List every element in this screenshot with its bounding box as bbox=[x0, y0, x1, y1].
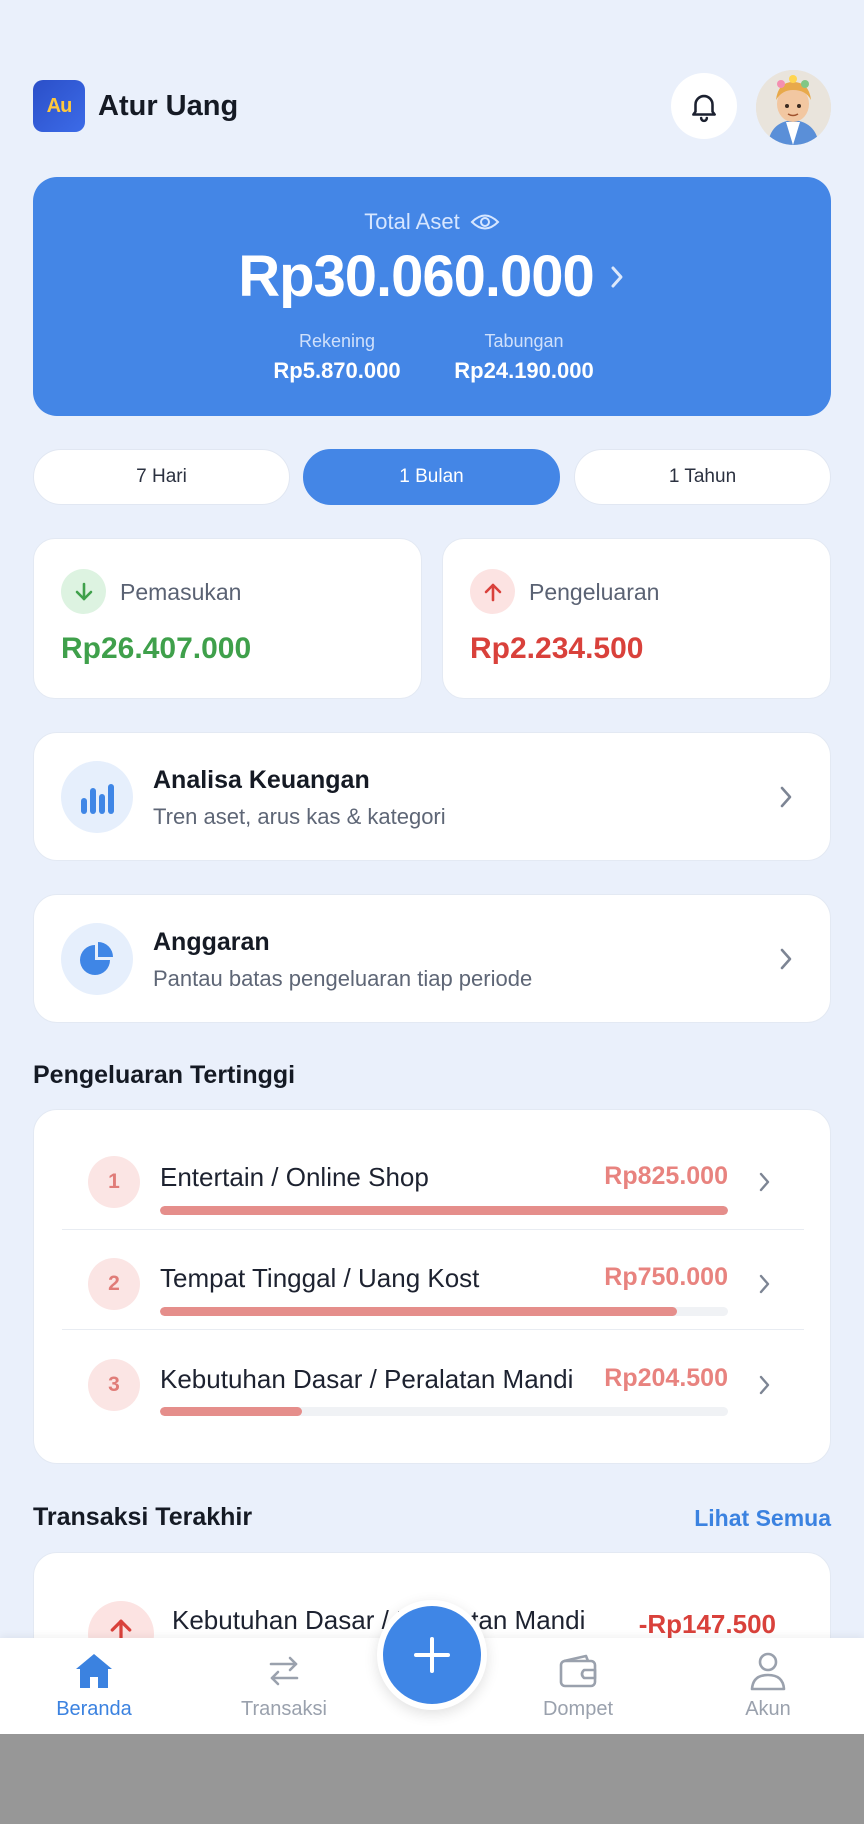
rank-badge: 2 bbox=[88, 1258, 140, 1310]
rank-badge: 1 bbox=[88, 1156, 140, 1208]
home-icon-wrap bbox=[24, 1648, 164, 1694]
top-expense-bar-fill bbox=[160, 1206, 728, 1215]
total-assets-amount-row: Rp30.060.000 bbox=[33, 243, 831, 310]
top-expenses-card: 1 Entertain / Online Shop Rp825.000 2 Te… bbox=[33, 1109, 831, 1464]
financial-analysis-row[interactable]: Analisa Keuangan Tren aset, arus kas & k… bbox=[33, 732, 831, 861]
top-expense-amount: Rp825.000 bbox=[604, 1162, 728, 1190]
expense-card[interactable]: Pengeluaran Rp2.234.500 bbox=[442, 538, 831, 699]
accounts-value: Rp5.870.000 bbox=[273, 358, 401, 383]
bell-icon bbox=[692, 94, 716, 123]
swap-icon bbox=[269, 1656, 299, 1686]
chevron-right-icon bbox=[780, 948, 792, 970]
financial-analysis-title: Analisa Keuangan bbox=[153, 766, 370, 794]
top-expense-bar bbox=[160, 1206, 728, 1215]
top-header: Au Atur Uang bbox=[33, 70, 831, 146]
nav-account-label: Akun bbox=[745, 1698, 791, 1720]
nav-home-label: Beranda bbox=[56, 1698, 132, 1720]
app-logo: Au bbox=[33, 80, 85, 132]
total-assets-header: Total Aset bbox=[33, 209, 831, 235]
chevron-right-icon bbox=[759, 1375, 770, 1395]
period-selector: 7 Hari 1 Bulan 1 Tahun bbox=[33, 449, 831, 505]
add-transaction-button-inner bbox=[383, 1606, 481, 1704]
user-icon-wrap bbox=[698, 1648, 838, 1694]
savings-summary: Tabungan Rp24.190.000 bbox=[444, 331, 604, 384]
expense-label: Pengeluaran bbox=[529, 579, 660, 605]
bar-chart-icon bbox=[81, 784, 114, 814]
transaction-name: Kebutuhan Dasar / Peralatan Mandi bbox=[172, 1605, 586, 1635]
wallet-icon bbox=[559, 1654, 597, 1688]
top-expense-amount: Rp204.500 bbox=[604, 1364, 728, 1392]
top-expense-item[interactable]: 3 Kebutuhan Dasar / Peralatan Mandi Rp20… bbox=[62, 1331, 804, 1431]
nav-wallet[interactable]: Dompet bbox=[508, 1648, 648, 1721]
arrow-down-icon bbox=[75, 582, 92, 600]
recent-transactions-title: Transaksi Terakhir bbox=[33, 1503, 253, 1531]
budget-row[interactable]: Anggaran Pantau batas pengeluaran tiap p… bbox=[33, 894, 831, 1023]
top-expense-bar-fill bbox=[160, 1407, 302, 1416]
top-expense-name: Tempat Tinggal / Uang Kost bbox=[160, 1263, 480, 1293]
income-card[interactable]: Pemasukan Rp26.407.000 bbox=[33, 538, 422, 699]
notification-button[interactable] bbox=[671, 73, 737, 139]
expense-icon-wrap bbox=[470, 569, 515, 614]
see-all-link[interactable]: Lihat Semua bbox=[694, 1505, 831, 1532]
chevron-right-icon bbox=[759, 1274, 770, 1294]
app-logo-text: Au bbox=[46, 94, 73, 117]
chevron-right-icon bbox=[759, 1172, 770, 1192]
wallet-icon-wrap bbox=[508, 1648, 648, 1694]
pie-chart-icon-wrap bbox=[61, 923, 133, 995]
top-expense-item[interactable]: 2 Tempat Tinggal / Uang Kost Rp750.000 bbox=[62, 1230, 804, 1330]
app-screen: Au Atur Uang Total Aset Rp30.060.000 Rek… bbox=[0, 0, 864, 1734]
top-expense-bar bbox=[160, 1307, 728, 1316]
nav-home[interactable]: Beranda bbox=[24, 1648, 164, 1721]
chevron-right-icon bbox=[611, 266, 623, 287]
chevron-right-icon bbox=[780, 786, 792, 808]
top-expense-bar-fill bbox=[160, 1307, 677, 1316]
income-icon-wrap bbox=[61, 569, 106, 614]
total-assets-value: Rp30.060.000 bbox=[238, 244, 595, 309]
top-expense-amount: Rp750.000 bbox=[604, 1263, 728, 1291]
savings-value: Rp24.190.000 bbox=[454, 358, 594, 383]
total-assets-card[interactable]: Total Aset Rp30.060.000 Rekening Rp5.870… bbox=[33, 177, 831, 416]
savings-label: Tabungan bbox=[484, 331, 564, 351]
top-expense-item[interactable]: 1 Entertain / Online Shop Rp825.000 bbox=[62, 1130, 804, 1230]
eye-icon[interactable] bbox=[470, 211, 500, 233]
accounts-summary: Rekening Rp5.870.000 bbox=[262, 331, 412, 384]
user-icon bbox=[750, 1652, 786, 1691]
system-navigation-area bbox=[0, 1734, 864, 1824]
app-title: Atur Uang bbox=[98, 90, 239, 122]
financial-analysis-subtitle: Tren aset, arus kas & kategori bbox=[153, 804, 446, 829]
top-expense-name: Kebutuhan Dasar / Peralatan Mandi bbox=[160, 1364, 574, 1394]
add-transaction-button[interactable] bbox=[377, 1600, 487, 1710]
arrow-up-icon bbox=[484, 583, 501, 601]
transaction-amount: -Rp147.500 bbox=[638, 1609, 776, 1639]
period-1-month[interactable]: 1 Bulan bbox=[303, 449, 560, 505]
nav-transactions-label: Transaksi bbox=[241, 1698, 327, 1720]
avatar-illustration bbox=[756, 70, 831, 145]
top-expense-name: Entertain / Online Shop bbox=[160, 1162, 429, 1192]
swap-icon-wrap bbox=[214, 1648, 354, 1694]
total-assets-label: Total Aset bbox=[364, 209, 460, 234]
bar-chart-icon-wrap bbox=[61, 761, 133, 833]
income-value: Rp26.407.000 bbox=[61, 632, 252, 665]
budget-title: Anggaran bbox=[153, 928, 270, 956]
accounts-label: Rekening bbox=[298, 331, 376, 351]
nav-account[interactable]: Akun bbox=[698, 1648, 838, 1721]
period-7-days[interactable]: 7 Hari bbox=[33, 449, 290, 505]
period-1-year[interactable]: 1 Tahun bbox=[574, 449, 831, 505]
avatar[interactable] bbox=[756, 70, 831, 145]
top-expense-bar bbox=[160, 1407, 728, 1416]
nav-wallet-label: Dompet bbox=[542, 1698, 614, 1720]
top-expenses-title: Pengeluaran Tertinggi bbox=[33, 1061, 296, 1089]
home-icon bbox=[76, 1654, 112, 1688]
expense-value: Rp2.234.500 bbox=[470, 632, 644, 665]
income-label: Pemasukan bbox=[120, 579, 242, 605]
nav-transactions[interactable]: Transaksi bbox=[214, 1648, 354, 1721]
rank-badge: 3 bbox=[88, 1359, 140, 1411]
pie-chart-icon bbox=[80, 942, 113, 975]
plus-icon bbox=[414, 1637, 450, 1673]
budget-subtitle: Pantau batas pengeluaran tiap periode bbox=[153, 966, 533, 991]
